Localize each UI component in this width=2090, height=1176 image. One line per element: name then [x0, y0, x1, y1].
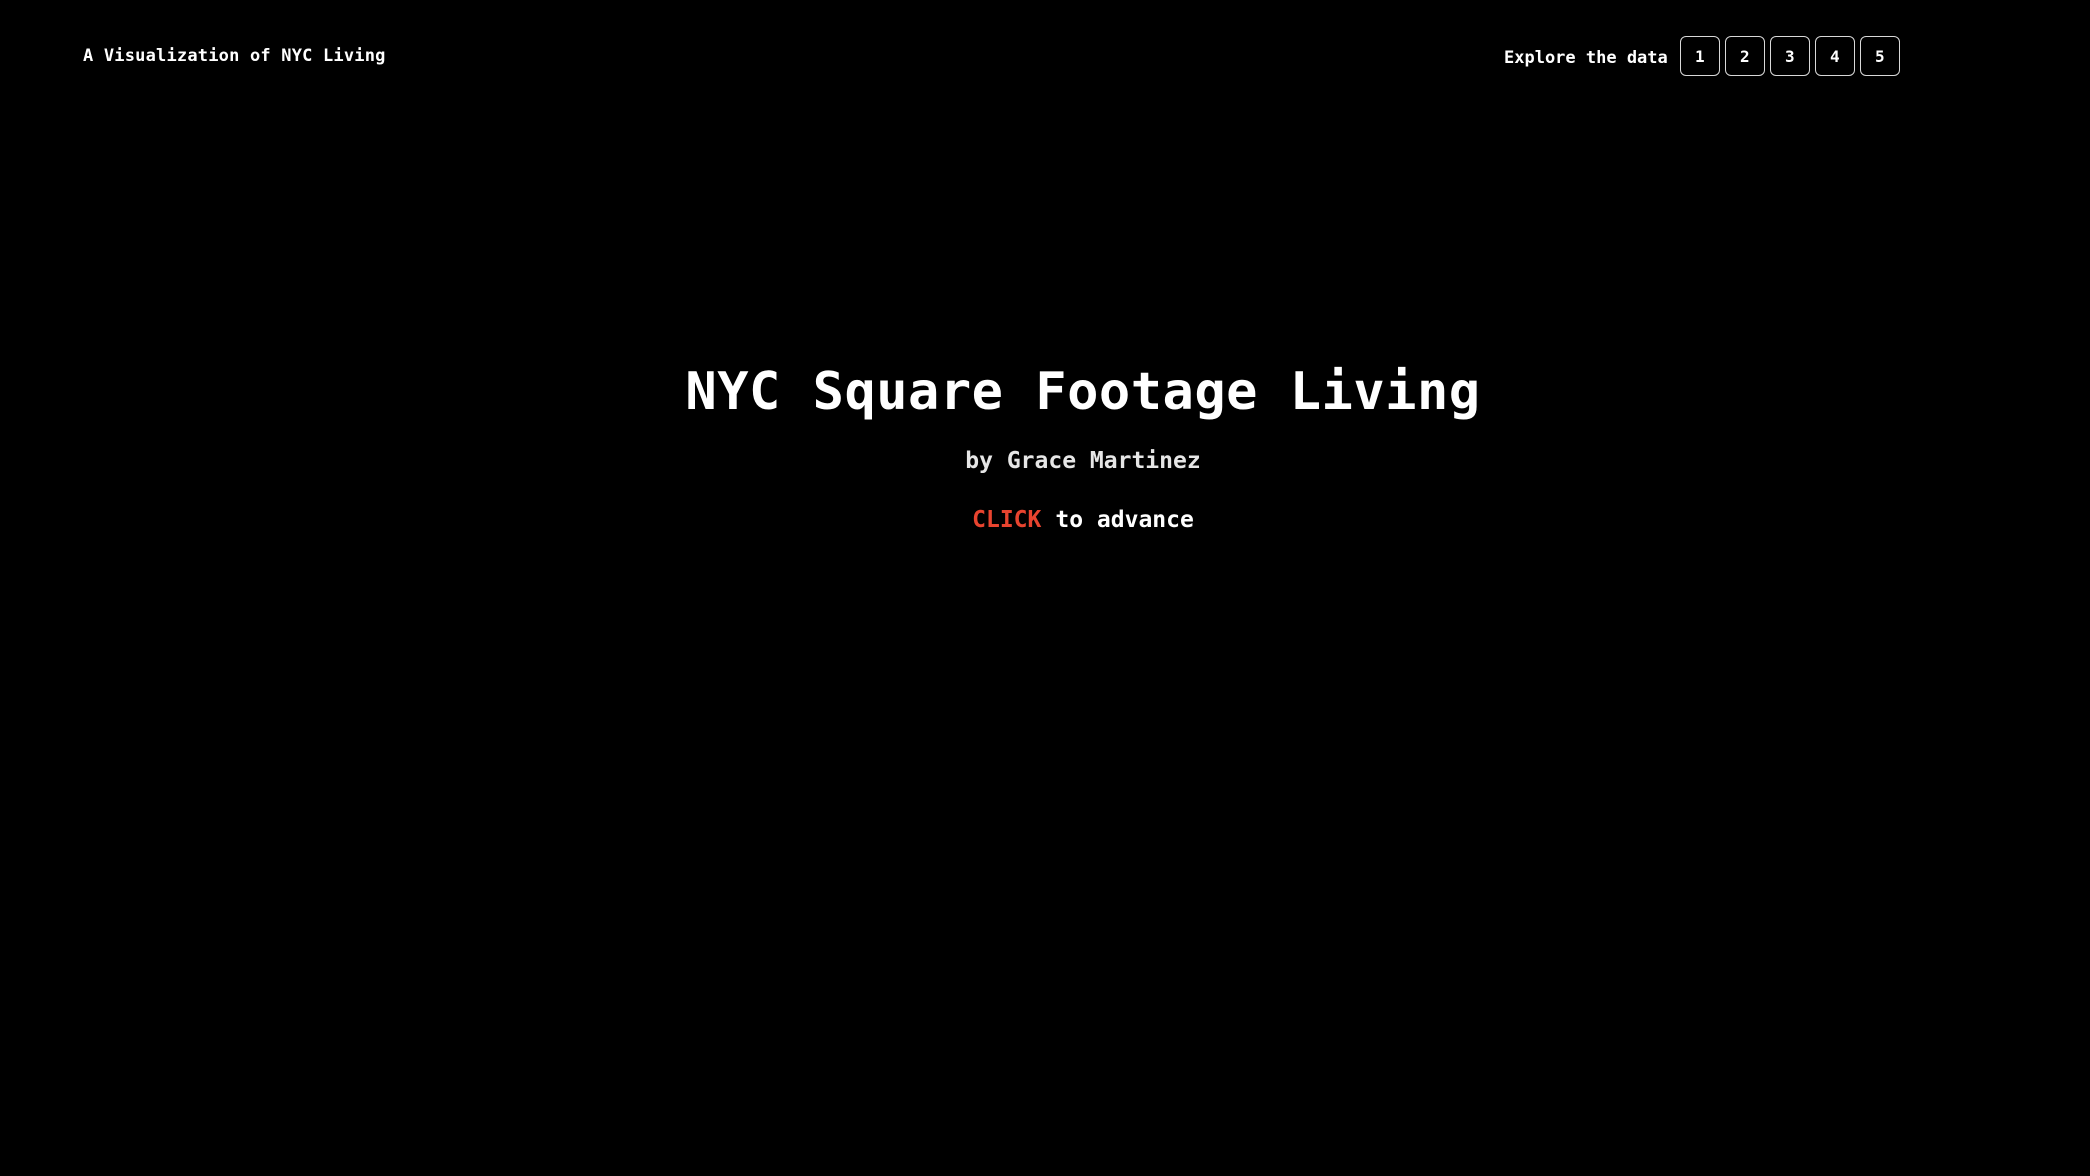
page-button-2[interactable]: 2	[1724, 36, 1765, 76]
page-button-5[interactable]: 5	[1859, 36, 1900, 76]
author-byline: by Grace Martinez	[965, 448, 1201, 474]
advance-prompt[interactable]: CLICK to advance	[0, 505, 2090, 535]
page-buttons: 1 2 3 4 5	[1679, 36, 1900, 76]
advance-text: to advance	[1055, 507, 1194, 533]
page: A Visualization of NYC Living Explore th…	[0, 0, 2090, 1176]
hero: NYC Square Footage Living by Grace Marti…	[0, 360, 2090, 535]
site-label: A Visualization of NYC Living	[83, 46, 386, 66]
explore-nav: Explore the data 1 2 3 4 5	[1504, 35, 1900, 77]
page-title: NYC Square Footage Living	[685, 362, 1481, 422]
page-button-3[interactable]: 3	[1769, 36, 1810, 76]
explore-label: Explore the data	[1504, 48, 1668, 68]
page-button-1[interactable]: 1	[1679, 36, 1720, 76]
click-action[interactable]: CLICK	[972, 507, 1041, 533]
page-button-4[interactable]: 4	[1814, 36, 1855, 76]
